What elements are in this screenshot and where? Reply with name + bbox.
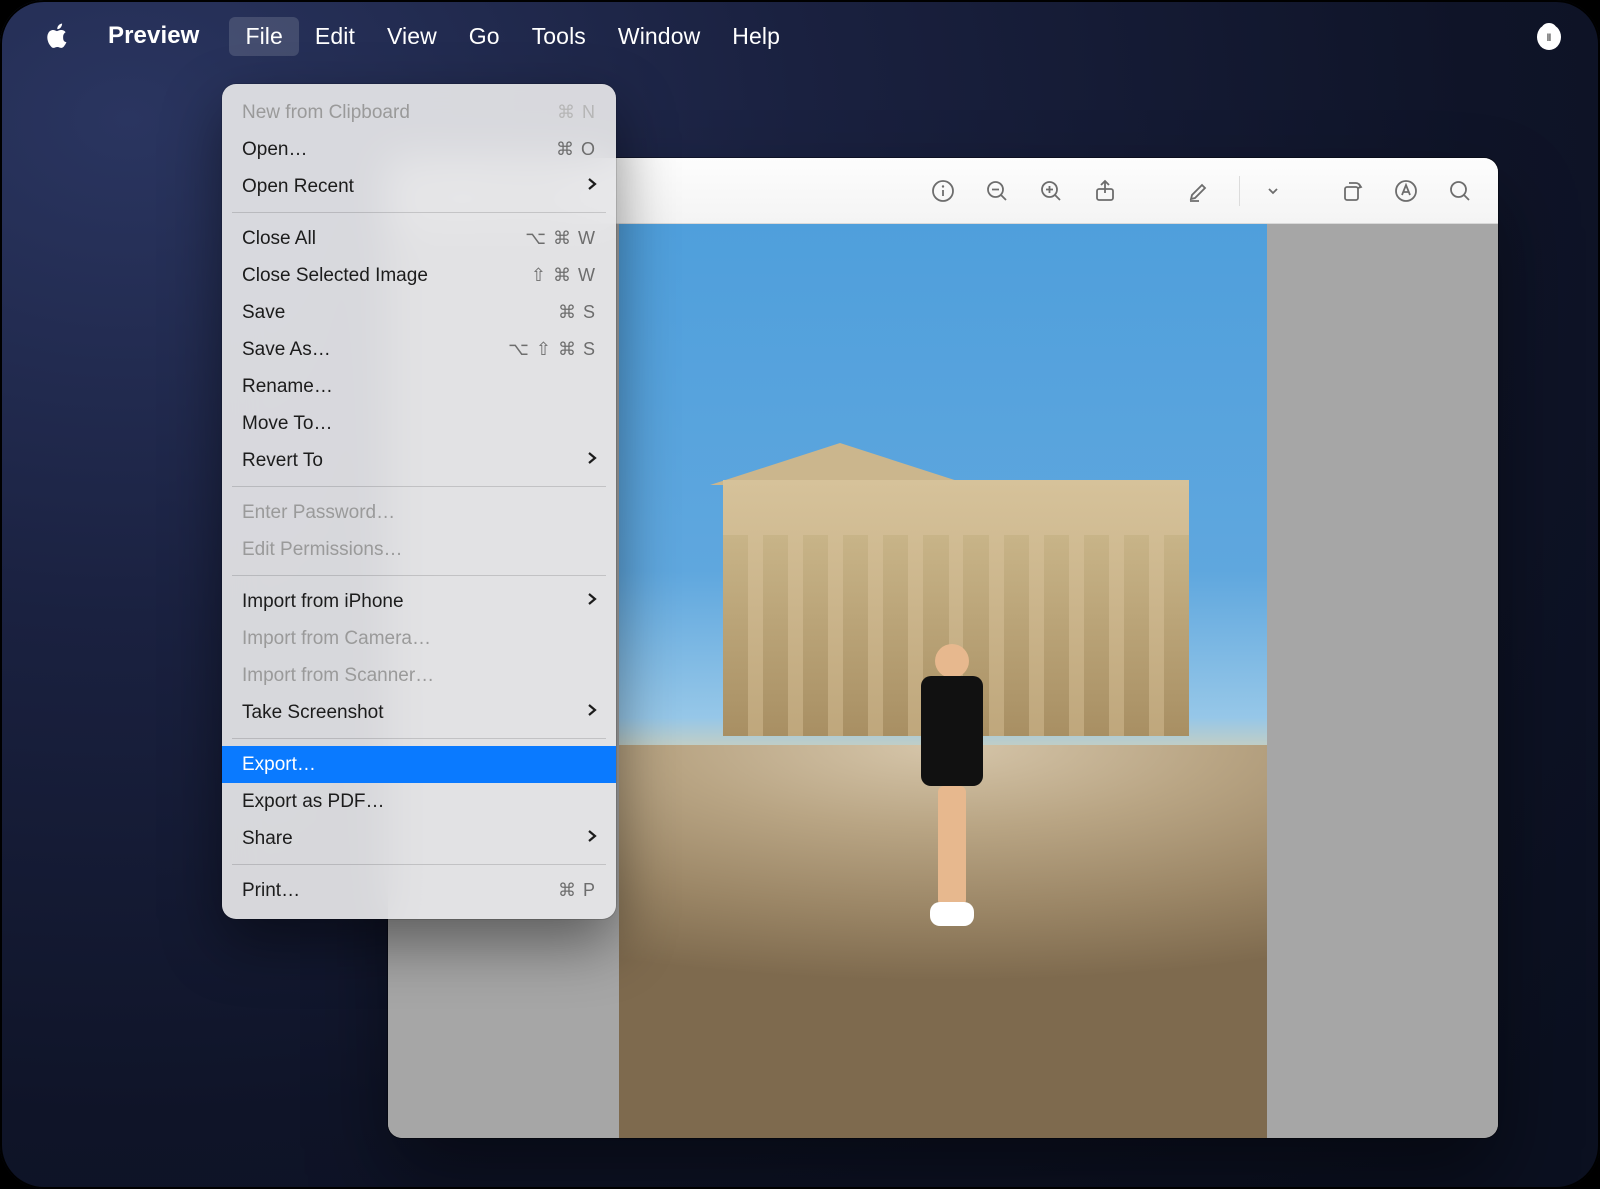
- menu-row-shortcut: ⌘ N: [557, 102, 596, 123]
- markup-button[interactable]: [1386, 171, 1426, 211]
- menu-separator: [232, 212, 606, 213]
- apple-logo-icon[interactable]: [44, 22, 72, 50]
- menu-row-label: Save As…: [242, 339, 331, 361]
- menu-row-close-selected-image[interactable]: Close Selected Image ⇧ ⌘ W: [222, 257, 616, 294]
- menu-item-go[interactable]: Go: [453, 17, 516, 56]
- menu-row-take-screenshot[interactable]: Take Screenshot: [222, 694, 616, 731]
- menu-row-label: Revert To: [242, 450, 323, 472]
- menu-row-close-all[interactable]: Close All ⌥ ⌘ W: [222, 220, 616, 257]
- menubar-extra-icon[interactable]: Ⅱ: [1532, 19, 1566, 53]
- menu-row-label: Open…: [242, 139, 307, 161]
- menu-row-label: New from Clipboard: [242, 102, 410, 124]
- toolbar-separator: [1239, 176, 1240, 206]
- menu-row-shortcut: ⌘ O: [556, 139, 596, 160]
- app-name[interactable]: Preview: [108, 22, 199, 50]
- menu-row-label: Edit Permissions…: [242, 539, 403, 561]
- menu-row-share[interactable]: Share: [222, 820, 616, 857]
- menu-row-shortcut: ⌥ ⇧ ⌘ S: [508, 339, 596, 360]
- menu-row-label: Close All: [242, 228, 316, 250]
- menu-row-save-as[interactable]: Save As… ⌥ ⇧ ⌘ S: [222, 331, 616, 368]
- menu-row-label: Export…: [242, 754, 316, 776]
- menu-row-move-to[interactable]: Move To…: [222, 405, 616, 442]
- menu-row-new-from-clipboard: New from Clipboard ⌘ N: [222, 94, 616, 131]
- menu-row-enter-password: Enter Password…: [222, 494, 616, 531]
- highlight-dropdown-button[interactable]: [1260, 171, 1286, 211]
- menu-row-label: Enter Password…: [242, 502, 395, 524]
- menu-row-label: Export as PDF…: [242, 791, 385, 813]
- zoom-out-button[interactable]: [977, 171, 1017, 211]
- chevron-right-icon: [586, 828, 598, 850]
- menu-row-save[interactable]: Save ⌘ S: [222, 294, 616, 331]
- chevron-right-icon: [586, 176, 598, 198]
- menu-item-view[interactable]: View: [371, 17, 453, 56]
- rotate-button[interactable]: [1332, 171, 1372, 211]
- file-menu-dropdown: New from Clipboard ⌘ N Open… ⌘ O Open Recent…: [222, 84, 616, 919]
- menu-separator: [232, 738, 606, 739]
- menu-row-label: Print…: [242, 880, 300, 902]
- info-button[interactable]: [923, 171, 963, 211]
- zoom-in-button[interactable]: [1031, 171, 1071, 211]
- menu-row-label: Close Selected Image: [242, 265, 428, 287]
- svg-text:Ⅱ: Ⅱ: [1546, 33, 1551, 44]
- menu-row-import-from-iphone[interactable]: Import from iPhone: [222, 583, 616, 620]
- menu-row-export[interactable]: Export…: [222, 746, 616, 783]
- menu-row-shortcut: ⌘ S: [558, 302, 596, 323]
- menu-row-open-recent[interactable]: Open Recent: [222, 168, 616, 205]
- share-button[interactable]: [1085, 171, 1125, 211]
- highlight-button[interactable]: [1179, 171, 1219, 211]
- menu-row-export-as-pdf[interactable]: Export as PDF…: [222, 783, 616, 820]
- menu-row-shortcut: ⌘ P: [558, 880, 596, 901]
- menu-row-label: Import from Camera…: [242, 628, 431, 650]
- menu-row-revert-to[interactable]: Revert To: [222, 442, 616, 479]
- menu-separator: [232, 575, 606, 576]
- menu-item-help[interactable]: Help: [716, 17, 796, 56]
- menu-row-print[interactable]: Print… ⌘ P: [222, 872, 616, 909]
- menubar: Preview FileEditViewGoToolsWindowHelp Ⅱ: [0, 0, 1600, 72]
- menu-row-label: Save: [242, 302, 285, 324]
- menu-item-file[interactable]: File: [229, 17, 298, 56]
- menu-row-label: Open Recent: [242, 176, 354, 198]
- menu-row-label: Rename…: [242, 376, 333, 398]
- search-button[interactable]: [1440, 171, 1480, 211]
- menu-item-tools[interactable]: Tools: [516, 17, 602, 56]
- menu-row-label: Move To…: [242, 413, 332, 435]
- chevron-right-icon: [586, 591, 598, 613]
- photo-content: [619, 224, 1267, 1138]
- menu-row-label: Take Screenshot: [242, 702, 384, 724]
- menu-row-shortcut: ⇧ ⌘ W: [531, 265, 596, 286]
- menu-row-import-from-camera: Import from Camera…: [222, 620, 616, 657]
- menu-separator: [232, 486, 606, 487]
- menu-row-edit-permissions: Edit Permissions…: [222, 531, 616, 568]
- menu-row-label: Share: [242, 828, 293, 850]
- chevron-right-icon: [586, 450, 598, 472]
- menu-row-rename[interactable]: Rename…: [222, 368, 616, 405]
- menu-row-shortcut: ⌥ ⌘ W: [525, 228, 596, 249]
- chevron-right-icon: [586, 702, 598, 724]
- menu-row-import-from-scanner: Import from Scanner…: [222, 657, 616, 694]
- menu-item-window[interactable]: Window: [602, 17, 716, 56]
- menu-item-edit[interactable]: Edit: [299, 17, 371, 56]
- menu-row-open[interactable]: Open… ⌘ O: [222, 131, 616, 168]
- menu-separator: [232, 864, 606, 865]
- menu-row-label: Import from iPhone: [242, 591, 404, 613]
- menu-row-label: Import from Scanner…: [242, 665, 434, 687]
